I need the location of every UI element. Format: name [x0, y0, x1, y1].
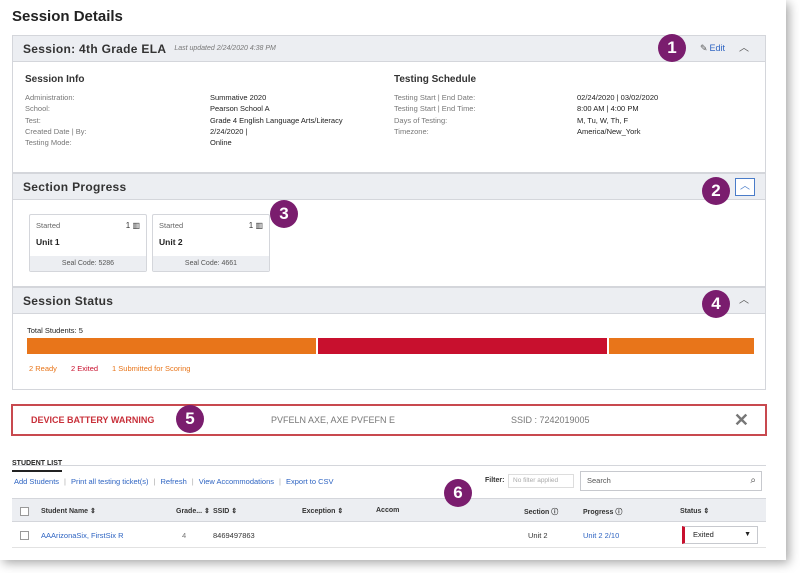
- row-checkbox[interactable]: [20, 531, 29, 540]
- table-row: AAArizonaSix, FirstSix R 4 8469497863 Un…: [12, 522, 766, 548]
- info-row: Testing Mode: Online: [25, 138, 232, 148]
- collapse-section-progress-button[interactable]: ︿: [735, 178, 755, 196]
- close-icon[interactable]: ✕: [734, 410, 749, 431]
- callout-badge-4: 4: [702, 290, 730, 318]
- col-ssid[interactable]: SSID ⇕: [213, 507, 237, 515]
- section-progress-title: Section Progress: [23, 179, 127, 194]
- col-status[interactable]: Status ⇕: [680, 507, 709, 515]
- student-name-link[interactable]: AAArizonaSix, FirstSix R: [41, 531, 124, 540]
- tab-student-list[interactable]: STUDENT LIST: [12, 460, 63, 472]
- pencil-icon: ✎: [699, 43, 708, 53]
- search-icon[interactable]: ⌕: [750, 472, 756, 490]
- col-exception[interactable]: Exception ⇕: [302, 507, 343, 515]
- seal-code: Seal Code: 5286: [30, 256, 146, 271]
- seal-code: Seal Code: 4661: [153, 256, 269, 271]
- chevron-up-icon: ︿: [739, 295, 749, 306]
- info-icon[interactable]: ⓘ: [551, 509, 558, 516]
- view-accommodations-link[interactable]: View Accommodations: [199, 477, 274, 486]
- sort-icon: ⇕: [337, 508, 344, 515]
- legend-exited: 2 Exited: [70, 364, 99, 373]
- info-icon[interactable]: ⓘ: [615, 509, 622, 516]
- session-status-card: Session Status ︿ Total Students: 5 2 Rea…: [12, 287, 766, 390]
- section-progress-card: Section Progress ︿ Started 1 ▥ Unit 1 Se…: [12, 173, 766, 287]
- callout-badge-1: 1: [658, 34, 686, 62]
- unit-card[interactable]: Started 1 ▥ Unit 2 Seal Code: 4661: [152, 214, 270, 272]
- status-bar-segment-exited: [318, 338, 608, 354]
- edit-button[interactable]: ✎ Edit: [700, 43, 725, 54]
- status-select[interactable]: Exited ▼: [682, 526, 758, 544]
- status-bar: [27, 338, 754, 354]
- session-title: Session: 4th Grade ELA: [23, 41, 167, 56]
- print-tickets-link[interactable]: Print all testing ticket(s): [71, 477, 149, 486]
- status-bar-segment-ready: [27, 338, 317, 354]
- callout-badge-2: 2: [702, 177, 730, 205]
- students-icon: ▥: [255, 221, 263, 230]
- filter-field[interactable]: No filter applied: [508, 474, 574, 488]
- collapse-session-button[interactable]: ︿: [737, 42, 751, 56]
- sort-icon: ⇕: [204, 508, 210, 515]
- battery-warning-banner: DEVICE BATTERY WARNING PVFELN AXE, AXE P…: [11, 404, 767, 436]
- col-section: Section ⓘ: [524, 509, 559, 516]
- schedule-row: Testing Start | End Date: 02/24/2020 | 03…: [394, 93, 659, 102]
- unit-card[interactable]: Started 1 ▥ Unit 1 Seal Code: 5286: [29, 214, 147, 272]
- schedule-row: Days of Testing: M, Tu, W, Th, F: [394, 115, 629, 125]
- student-ssid: 8469497863: [213, 531, 255, 540]
- select-all-checkbox[interactable]: [20, 507, 29, 516]
- student-grade: 4: [182, 531, 187, 540]
- schedule-row: Timezone: America/New_York: [394, 126, 641, 136]
- last-updated: Last updated 2/24/2020 4:38 PM: [174, 45, 276, 52]
- edit-label: Edit: [709, 43, 725, 53]
- status-legend: 2 Ready 2 Exited 1 Submitted for Scoring: [29, 364, 190, 373]
- warning-student: PVFELN AXE, AXE PVFEFN E: [271, 415, 396, 425]
- session-info-heading: Session Info: [25, 74, 85, 85]
- session-status-title: Session Status: [23, 293, 114, 308]
- student-progress-link[interactable]: Unit 2 2/10: [583, 531, 619, 540]
- filter-label: Filter:: [485, 477, 505, 484]
- sort-icon: ⇕: [90, 508, 96, 515]
- section-progress-header: Section Progress ︿: [13, 174, 765, 200]
- collapse-session-status-button[interactable]: ︿: [737, 294, 751, 308]
- sort-icon: ⇕: [703, 508, 710, 515]
- total-students: Total Students: 5: [27, 326, 83, 335]
- callout-badge-6: 6: [444, 479, 472, 507]
- export-csv-link[interactable]: Export to CSV: [286, 477, 334, 486]
- student-list-actions: Add Students | Print all testing ticket(s)…: [14, 477, 334, 486]
- callout-badge-3: 3: [270, 200, 298, 228]
- legend-ready: 2 Ready: [29, 364, 57, 373]
- session-card: Session: 4th Grade ELA Last updated 2/24…: [12, 35, 766, 173]
- caret-down-icon: ▼: [744, 531, 751, 538]
- testing-schedule: Testing Schedule Testing Start | End Dat…: [394, 74, 754, 137]
- col-accom: Accom: [376, 507, 400, 514]
- col-progress: Progress ⓘ: [583, 509, 623, 516]
- callout-badge-5: 5: [176, 405, 204, 433]
- schedule-row: Testing Start | End Time: 8:00 AM | 4:00 …: [394, 104, 639, 114]
- info-row: Created Date | By: 2/24/2020 |: [25, 126, 248, 136]
- warning-ssid: SSID : 7242019005: [511, 415, 590, 425]
- info-row: Test: Grade 4 English Language Arts/Liter…: [25, 115, 343, 125]
- refresh-link[interactable]: Refresh: [160, 477, 186, 486]
- warning-title: DEVICE BATTERY WARNING: [31, 415, 155, 425]
- app-frame: Session Details Session: 4th Grade ELA L…: [0, 0, 786, 560]
- testing-schedule-heading: Testing Schedule: [394, 74, 477, 85]
- chevron-up-icon: ︿: [740, 181, 750, 192]
- info-row: Administration: Summative 2020: [25, 93, 267, 102]
- students-icon: ▥: [132, 221, 140, 230]
- col-student-name[interactable]: Student Name ⇕: [41, 507, 96, 515]
- info-row: School: Pearson School A: [25, 104, 270, 114]
- page-title: Session Details: [12, 8, 123, 25]
- col-grade[interactable]: Grade... ⇕: [176, 507, 210, 515]
- status-bar-segment-submitted: [609, 338, 754, 354]
- chevron-up-icon: ︿: [739, 43, 749, 54]
- table-header: Student Name ⇕ Grade... ⇕ SSID ⇕ Excepti…: [12, 498, 766, 522]
- student-list-tabs: STUDENT LIST: [12, 452, 766, 472]
- session-card-header: Session: 4th Grade ELA Last updated 2/24…: [13, 36, 765, 62]
- add-students-link[interactable]: Add Students: [14, 477, 59, 486]
- session-status-header: Session Status ︿: [13, 288, 765, 314]
- search-input[interactable]: Search ⌕: [580, 471, 762, 491]
- session-info: Session Info Administration: Summative 20…: [25, 74, 365, 148]
- sort-icon: ⇕: [231, 508, 238, 515]
- legend-submitted: 1 Submitted for Scoring: [112, 364, 191, 373]
- student-section: Unit 2: [528, 531, 548, 540]
